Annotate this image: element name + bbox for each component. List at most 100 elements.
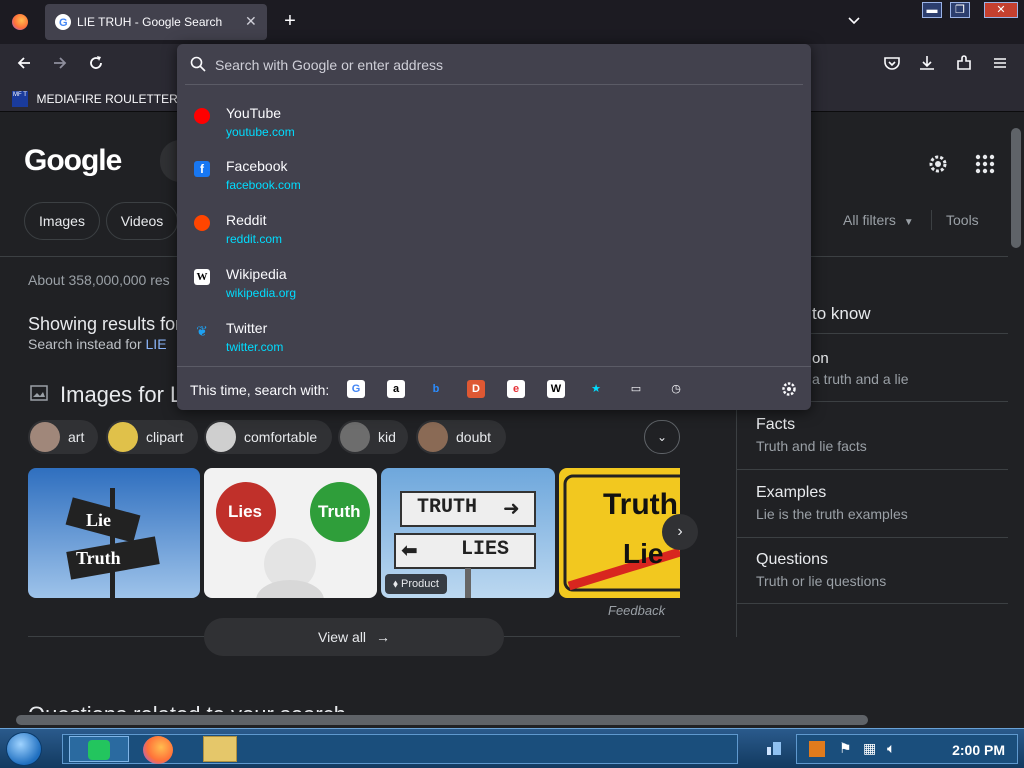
action-center-flag-icon[interactable]: ⚑	[839, 740, 852, 757]
img3-label-top: TRUTH	[417, 496, 478, 519]
suggestion-wikipedia[interactable]: W Wikipedia wikipedia.org	[177, 259, 811, 311]
google-logo[interactable]: Google	[24, 144, 122, 178]
refine-pill-kid[interactable]: kid	[338, 420, 408, 454]
instead-prefix: Search instead for	[28, 336, 142, 352]
vertical-scrollbar[interactable]	[1008, 112, 1024, 728]
firefox-taskbar-icon[interactable]	[143, 736, 173, 764]
google-apps-icon[interactable]	[973, 152, 997, 176]
taskbar-apps	[62, 734, 738, 764]
rp-item-facts[interactable]: Facts Truth and lie facts	[756, 416, 867, 454]
suggestion-name: Wikipedia	[226, 266, 287, 282]
tab-active[interactable]: G LIE TRUH - Google Search ✕	[45, 4, 267, 40]
suggestion-twitter[interactable]: ❦ Twitter twitter.com	[177, 313, 811, 365]
arrow-left-icon: ⬅	[401, 540, 418, 562]
questions-related-heading: Questions related to your search	[28, 702, 346, 712]
tab-close-icon[interactable]: ✕	[245, 13, 257, 30]
scrollbar-thumb[interactable]	[1011, 128, 1021, 248]
suggestion-youtube[interactable]: YouTube youtube.com	[177, 98, 811, 150]
refine-pill-clipart[interactable]: clipart	[106, 420, 198, 454]
urlbar-separator	[185, 84, 803, 85]
tab-videos[interactable]: Videos	[106, 202, 178, 240]
back-icon[interactable]	[13, 54, 35, 76]
img2-label-right: Truth	[318, 502, 361, 521]
suggestion-facebook[interactable]: f Facebook facebook.com	[177, 151, 811, 203]
rp-item-sub: Truth or lie questions	[756, 573, 887, 589]
close-window-icon[interactable]: ✕	[984, 2, 1018, 18]
suggestion-name: Facebook	[226, 158, 288, 174]
show-desktop-icon[interactable]	[765, 739, 783, 757]
result-stats: About 358,000,000 res	[28, 272, 170, 288]
reload-icon[interactable]	[85, 54, 107, 76]
things-to-know-heading: to know	[812, 304, 871, 323]
rp-item-examples[interactable]: Examples Lie is the truth examples	[756, 484, 908, 522]
downloads-icon[interactable]	[916, 54, 938, 76]
minimize-icon[interactable]: ▬	[922, 2, 942, 18]
start-button[interactable]	[6, 732, 42, 766]
extensions-icon[interactable]	[953, 54, 975, 76]
image-result-1[interactable]: Lie Truth	[28, 468, 200, 598]
rp-divider	[736, 537, 1008, 538]
tab-images[interactable]: Images	[24, 202, 100, 240]
images-for-heading[interactable]: Images for L	[60, 382, 182, 408]
product-badge: ⬧ Product	[385, 574, 447, 594]
refine-pill-comfortable[interactable]: comfortable	[204, 420, 332, 454]
clock[interactable]: 2:00 PM	[952, 742, 1005, 758]
restore-icon[interactable]: ❐	[950, 2, 970, 18]
lies-truth-figure-image	[216, 482, 370, 598]
refine-pill-art[interactable]: art	[28, 420, 98, 454]
img2-label-left: Lies	[228, 502, 263, 521]
view-all-label: View all	[318, 629, 367, 645]
network-icon[interactable]: ▦	[863, 740, 876, 757]
search-icon	[190, 56, 206, 77]
new-tab-button[interactable]: +	[279, 11, 301, 34]
expand-pills-chevron-icon[interactable]: ⌄	[644, 420, 680, 454]
tools-button[interactable]: Tools	[946, 212, 979, 228]
horizontal-scrollbar[interactable]	[0, 712, 1008, 728]
window-controls: ▬ ❐ ✕	[918, 0, 1024, 20]
scrollbar-thumb[interactable]	[16, 715, 868, 725]
svg-text:G: G	[59, 17, 68, 29]
image-result-3[interactable]: TRUTH ➜ ⬅ LIES ⬧ Product	[381, 468, 555, 598]
img4-label-top: Truth	[603, 488, 678, 521]
google-engine-icon[interactable]: G	[347, 380, 365, 398]
bing-engine-icon[interactable]: b	[427, 380, 445, 398]
bookmark-mediafire[interactable]: MF T MEDIAFIRE ROULETTER	[12, 90, 178, 108]
pill-thumb	[206, 422, 236, 452]
address-input[interactable]: Search with Google or enter address	[215, 57, 443, 73]
suggestion-url: reddit.com	[226, 232, 283, 246]
img1-label-top: Lie	[86, 510, 111, 530]
image-result-2[interactable]: Lies Truth	[204, 468, 377, 598]
suggestion-reddit[interactable]: Reddit reddit.com	[177, 205, 811, 257]
volume-icon[interactable]: 🔈︎	[887, 740, 895, 757]
duckduckgo-engine-icon[interactable]: D	[467, 380, 485, 398]
app-menu-icon[interactable]	[989, 54, 1011, 76]
twitter-icon: ❦	[196, 323, 208, 339]
view-all-button[interactable]: View all →	[204, 618, 504, 656]
signpost-image	[65, 488, 160, 598]
ebay-engine-icon[interactable]: e	[507, 380, 525, 398]
feedback-link[interactable]: Feedback	[608, 603, 665, 618]
taskbar-app-notes[interactable]	[69, 736, 129, 762]
file-explorer-taskbar-icon[interactable]	[203, 736, 237, 762]
forward-icon[interactable]	[49, 54, 71, 76]
settings-gear-icon[interactable]	[926, 152, 950, 176]
list-all-tabs-icon[interactable]	[843, 12, 865, 34]
bookmarks-engine-icon[interactable]: ★	[587, 380, 605, 398]
all-filters-button[interactable]: All filters ▼	[843, 212, 914, 228]
next-images-chevron-icon[interactable]: ›	[662, 514, 698, 550]
wikipedia-engine-icon[interactable]: W	[547, 380, 565, 398]
refine-pill-doubt[interactable]: doubt	[416, 420, 506, 454]
search-instead: Search instead for LIE	[28, 336, 167, 352]
history-engine-icon[interactable]: ◷	[667, 380, 685, 398]
rp-item-questions[interactable]: Questions Truth or lie questions	[756, 551, 886, 589]
amazon-engine-icon[interactable]: a	[387, 380, 405, 398]
tray-app-icon[interactable]	[809, 741, 825, 757]
suggestion-name: Reddit	[226, 212, 267, 228]
search-with-label: This time, search with:	[190, 382, 330, 398]
firefox-menu-icon[interactable]	[12, 14, 28, 30]
pocket-icon[interactable]	[881, 54, 903, 76]
tabs-engine-icon[interactable]: ▭	[627, 380, 645, 398]
search-instead-link[interactable]: LIE	[146, 336, 167, 352]
rp-partial-title[interactable]: on	[812, 350, 829, 367]
search-settings-gear-icon[interactable]	[780, 380, 798, 403]
